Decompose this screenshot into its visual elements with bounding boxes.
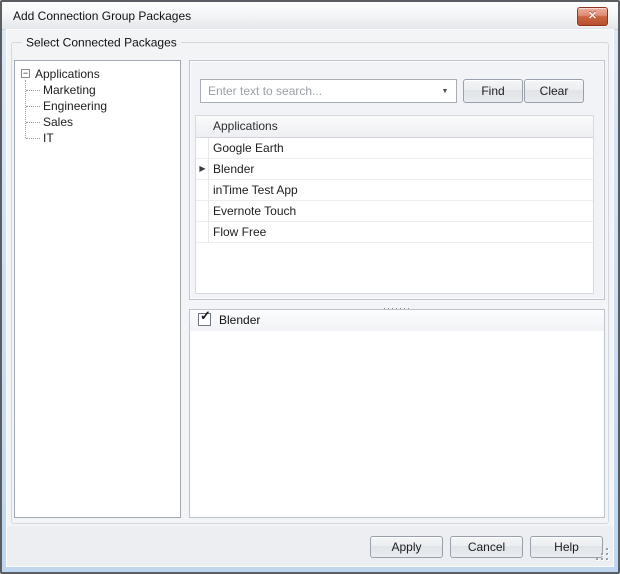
help-button[interactable]: Help [530, 536, 603, 558]
tree-item-label: Engineering [43, 98, 107, 114]
tree-item-it[interactable]: IT [15, 130, 180, 146]
cancel-button[interactable]: Cancel [450, 536, 523, 558]
tree-connector-line [26, 90, 40, 91]
grid-cell: inTime Test App [213, 180, 298, 200]
resize-grip-icon[interactable] [595, 547, 609, 561]
find-button[interactable]: Find [463, 79, 523, 103]
clear-button[interactable]: Clear [524, 79, 584, 103]
grid-cell: Blender [213, 159, 254, 179]
chevron-down-icon[interactable]: ▼ [439, 87, 451, 97]
tree-connector-line [26, 138, 40, 139]
grid-header-row[interactable]: Applications [196, 116, 593, 138]
tree-item-label: Applications [35, 66, 100, 82]
splitter-handle[interactable]: ······· [189, 300, 605, 309]
group-box-label: Select Connected Packages [22, 35, 181, 49]
current-row-arrow-icon [196, 138, 209, 158]
list-item-blender[interactable]: ✓ Blender [190, 310, 604, 331]
tree-item-engineering[interactable]: Engineering [15, 98, 180, 114]
tree-item-sales[interactable]: Sales [15, 114, 180, 130]
package-tree: − Applications Marketing Engineering Sal… [14, 60, 181, 518]
window-title: Add Connection Group Packages [13, 9, 191, 23]
grid-header-label: Applications [213, 119, 278, 133]
grid-row-google-earth[interactable]: Google Earth [196, 138, 593, 159]
close-button[interactable]: ✕ [577, 7, 608, 26]
grid-cell: Flow Free [213, 222, 266, 242]
grid-row-intime-test-app[interactable]: inTime Test App [196, 180, 593, 201]
footer: Apply Cancel Help [7, 526, 613, 566]
tree-item-label: IT [43, 130, 54, 146]
checkbox-checked-icon[interactable]: ✓ [198, 313, 211, 326]
tree-item-marketing[interactable]: Marketing [15, 82, 180, 98]
dialog-body: Select Connected Packages − Applications… [7, 30, 613, 566]
grid-cell: Evernote Touch [213, 201, 296, 221]
tree-connector-line [26, 122, 40, 123]
grid-cell: Google Earth [213, 138, 284, 158]
collapse-icon[interactable]: − [21, 69, 30, 78]
dialog-window: Add Connection Group Packages ✕ Select C… [0, 0, 620, 574]
current-row-arrow-icon [196, 201, 209, 221]
search-input[interactable] [200, 79, 457, 103]
tree-item-label: Sales [43, 114, 73, 130]
applications-grid: Applications Google Earth ▶ Blender inTi… [195, 115, 594, 294]
grid-row-blender[interactable]: ▶ Blender [196, 159, 593, 180]
apply-button[interactable]: Apply [370, 536, 443, 558]
tree-item-applications[interactable]: − Applications [15, 66, 180, 82]
tree-item-label: Marketing [43, 82, 96, 98]
grid-row-evernote-touch[interactable]: Evernote Touch [196, 201, 593, 222]
close-icon: ✕ [588, 10, 597, 22]
title-bar[interactable]: Add Connection Group Packages ✕ [2, 2, 618, 30]
list-item-label: Blender [219, 310, 260, 331]
search-and-results-panel: ▼ Find Clear Applications Google Earth ▶… [189, 60, 605, 300]
grid-row-flow-free[interactable]: Flow Free [196, 222, 593, 243]
check-mark-icon: ✓ [200, 309, 211, 322]
current-row-arrow-icon [196, 180, 209, 200]
tree-connector-line [26, 106, 40, 107]
tree-content: − Applications Marketing Engineering Sal… [15, 61, 180, 146]
current-row-arrow-icon: ▶ [196, 159, 209, 179]
selected-packages-list: ✓ Blender [189, 309, 605, 518]
current-row-arrow-icon [196, 222, 209, 242]
